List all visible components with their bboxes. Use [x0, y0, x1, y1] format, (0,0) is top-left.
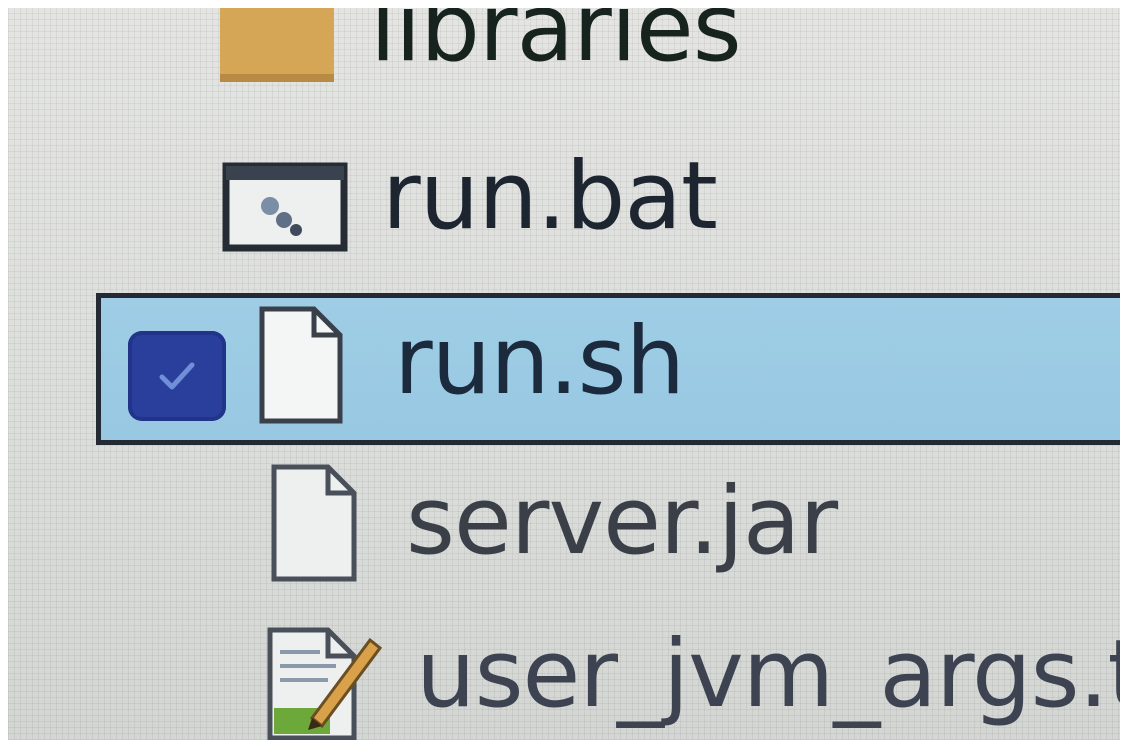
file-name-label: run.sh [394, 307, 685, 416]
file-list: libraries run.bat run.sh server.jar user… [8, 8, 1120, 740]
item-checkbox[interactable] [128, 331, 226, 421]
blank-file-icon [271, 464, 357, 582]
checkmark-icon [159, 362, 195, 390]
file-name-label: run.bat [382, 142, 718, 251]
batch-file-icon [222, 162, 348, 252]
list-item-run-sh[interactable]: run.sh [8, 293, 1120, 453]
list-item-libraries[interactable]: libraries [8, 8, 1120, 98]
blank-file-icon [259, 306, 343, 424]
text-document-icon [267, 627, 383, 740]
file-name-label: user_jvm_args.txt [416, 620, 1120, 729]
folder-icon [220, 8, 334, 82]
list-item-run-bat[interactable]: run.bat [8, 150, 1120, 266]
file-explorer-view: libraries run.bat run.sh server.jar user… [8, 8, 1120, 740]
file-name-label: server.jar [406, 467, 838, 576]
file-name-label: libraries [370, 8, 742, 83]
list-item-user-jvm-args[interactable]: user_jvm_args.txt [8, 614, 1120, 740]
list-item-server-jar[interactable]: server.jar [8, 463, 1120, 593]
